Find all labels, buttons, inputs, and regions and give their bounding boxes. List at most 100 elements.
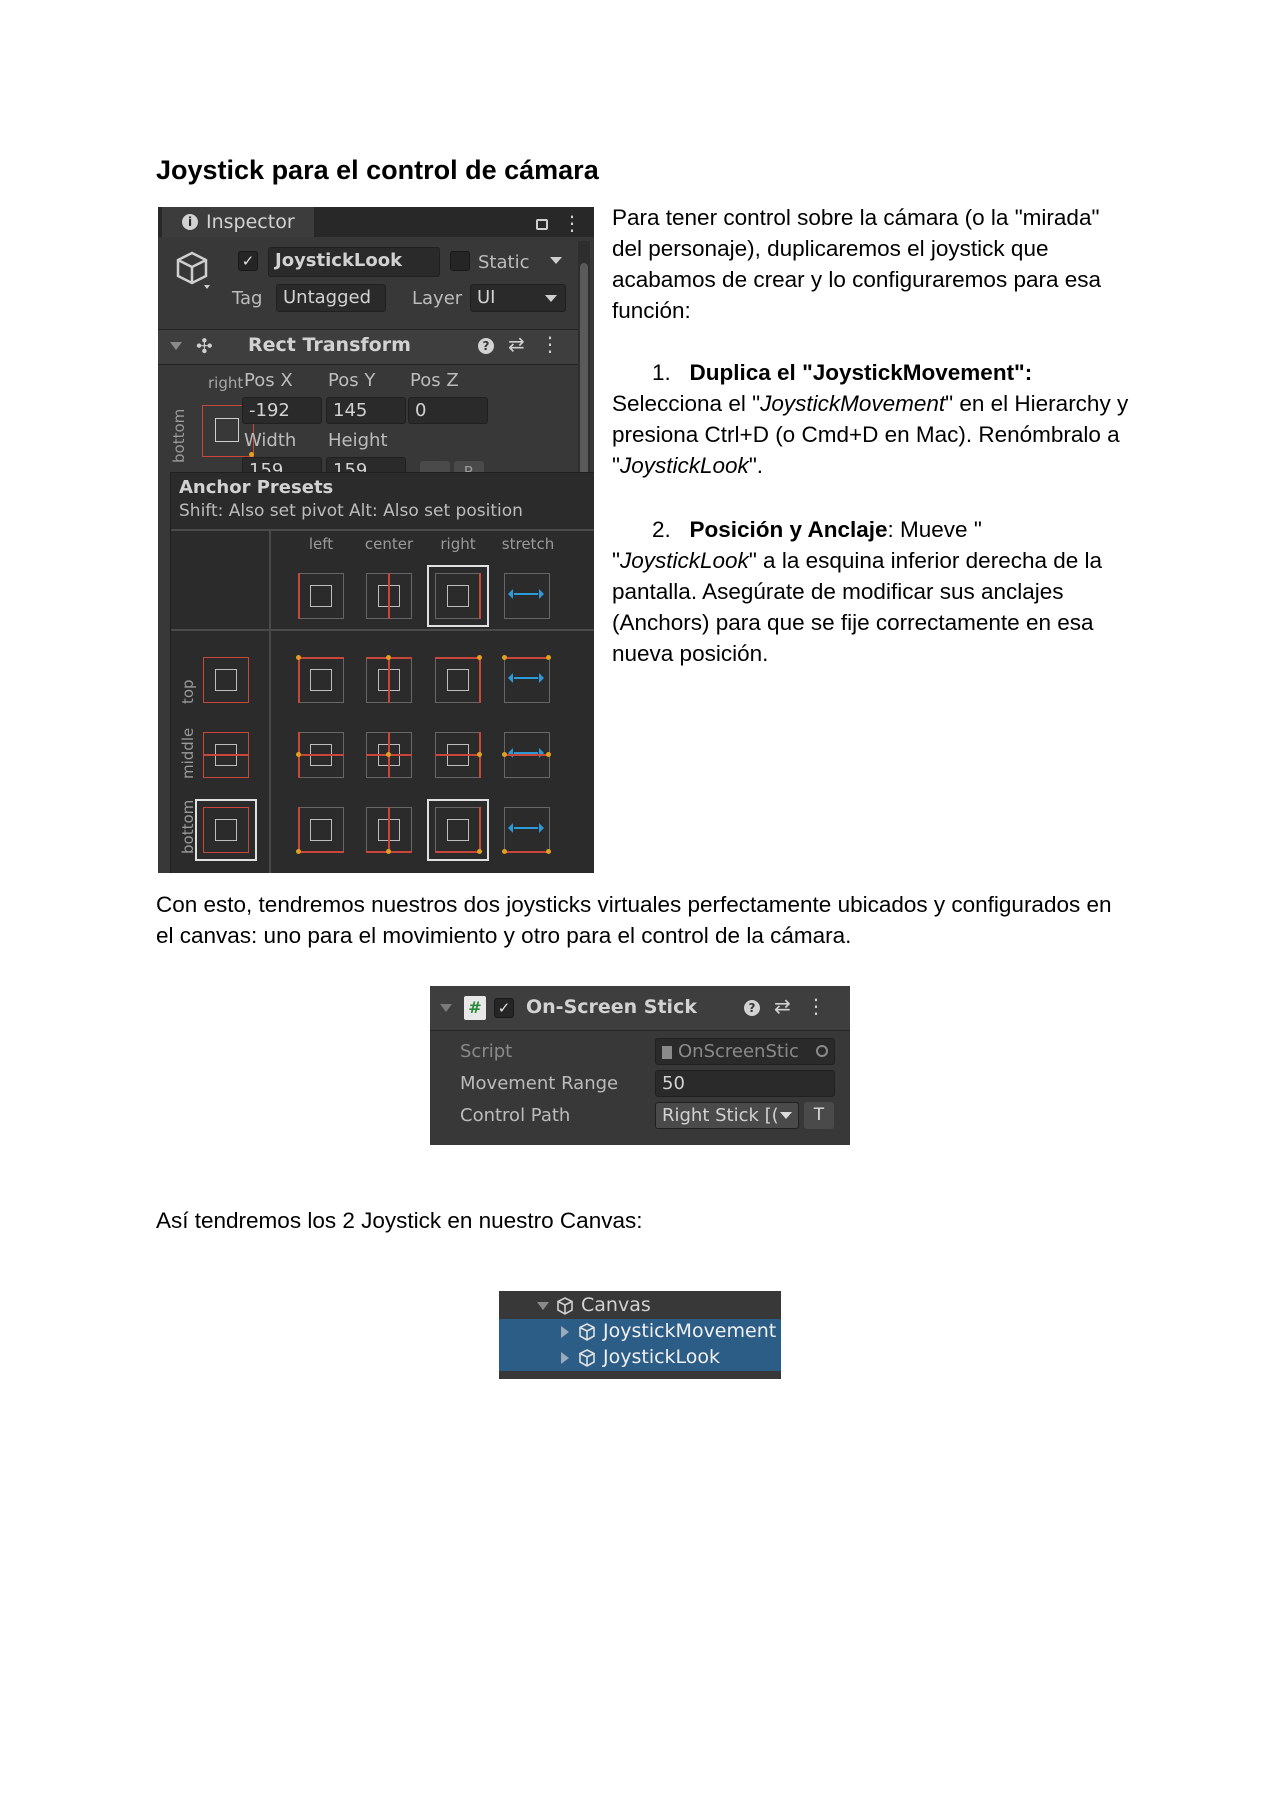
hierarchy-row-canvas[interactable]: Canvas [499, 1293, 781, 1319]
anchor-preset-bottom-center[interactable] [366, 807, 412, 854]
static-dropdown-icon[interactable] [550, 257, 562, 270]
anchor-preset-row-top[interactable] [203, 657, 249, 703]
settings-sliders-icon[interactable]: ⇄ [508, 332, 525, 356]
anchor-preset-none-left[interactable] [298, 573, 344, 619]
step-2-title: Posición y Anclaje [689, 517, 888, 542]
inspector-tab[interactable]: i Inspector [162, 207, 314, 237]
anchor-dot [386, 752, 391, 757]
anchor-preset-row-bottom[interactable] [195, 799, 257, 861]
anchor-preset-none-stretch[interactable] [504, 573, 550, 619]
rect-transform-title: Rect Transform [248, 334, 411, 356]
rect-transform-header[interactable]: ✣ Rect Transform ? ⇄ ⋮ [158, 329, 578, 365]
layer-dropdown[interactable]: UI [470, 284, 566, 312]
anchor-dot [477, 752, 482, 757]
anchor-vertical-label: bottom [170, 408, 188, 463]
anchor-preset-row-middle[interactable] [203, 732, 249, 778]
expand-arrow-icon[interactable] [561, 1352, 575, 1364]
step-2-number: 2. [652, 517, 671, 542]
movement-range-field[interactable]: 50 [655, 1070, 835, 1097]
anchor-preset-none-right[interactable] [427, 565, 489, 627]
anchor-line [435, 851, 481, 853]
anchor-dot [296, 655, 301, 660]
tag-dropdown[interactable]: Untagged [276, 284, 386, 312]
pos-x-field[interactable]: -192 [242, 397, 322, 424]
hierarchy-row-selected[interactable]: JoystickMovement JoystickLook [499, 1319, 781, 1371]
anchor-line [479, 657, 481, 703]
anchor-preset-top-stretch[interactable] [502, 655, 551, 703]
object-name-field[interactable]: JoystickLook [268, 247, 440, 277]
anchor-preset-top-right[interactable] [435, 655, 482, 703]
anchor-line [479, 807, 481, 853]
anchor-preset-top-center[interactable] [366, 655, 412, 703]
anchor-line [298, 573, 300, 619]
column-label-left: left [308, 535, 334, 553]
lock-icon[interactable] [536, 219, 548, 230]
anchor-line [298, 851, 344, 853]
anchor-dot [386, 655, 391, 660]
anchor-preset-none-center[interactable] [366, 573, 412, 619]
anchor-line [298, 754, 344, 756]
expand-arrow-icon[interactable] [561, 1326, 575, 1338]
anchor-dot [546, 849, 551, 854]
preset-inner-box [447, 585, 469, 607]
preset-inner-box [310, 669, 332, 691]
italic-text: JoystickLook [620, 453, 749, 478]
section-heading: Joystick para el control de cámara [156, 155, 599, 185]
component-menu-icon[interactable]: ⋮ [540, 332, 560, 356]
pos-z-field[interactable]: 0 [408, 397, 488, 424]
canvas-label: Canvas [581, 1294, 651, 1316]
foldout-icon[interactable] [440, 1004, 452, 1018]
divider [171, 529, 594, 531]
help-icon[interactable]: ? [478, 338, 494, 354]
onscreen-stick-header[interactable]: # ✓ On-Screen Stick ? ⇄ ⋮ [430, 986, 850, 1031]
step-2-body-text: "JoystickLook" a la esquina inferior der… [612, 548, 1103, 666]
active-checkbox[interactable]: ✓ [238, 251, 258, 271]
object-picker-icon[interactable] [816, 1045, 828, 1057]
divider [269, 529, 271, 873]
step-1-number: 1. [652, 360, 671, 385]
static-checkbox[interactable] [450, 251, 470, 271]
text: Selecciona el " [612, 391, 761, 416]
text-mode-button[interactable]: T [804, 1102, 834, 1129]
anchor-line [435, 657, 481, 659]
anchor-preset-middle-right[interactable] [435, 732, 482, 778]
anchor-dot [477, 655, 482, 660]
expand-arrow-icon[interactable] [537, 1302, 549, 1316]
more-options-icon[interactable]: ⋮ [562, 211, 582, 235]
component-title: On-Screen Stick [526, 996, 697, 1018]
inspector-scrollbar[interactable] [578, 241, 590, 501]
component-menu-icon[interactable]: ⋮ [806, 994, 826, 1018]
anchor-preset-middle-center[interactable] [366, 732, 412, 778]
settings-sliders-icon[interactable]: ⇄ [774, 994, 791, 1018]
onscreen-stick-screenshot: # ✓ On-Screen Stick ? ⇄ ⋮ Script OnScree… [430, 986, 850, 1145]
divider [171, 629, 594, 631]
height-label: Height [328, 430, 388, 451]
inspector-tab-label: Inspector [206, 211, 295, 233]
anchor-preset-top-left[interactable] [296, 655, 344, 703]
shift-hint: Shift: Also set pivot [179, 501, 344, 521]
anchor-dot [296, 752, 301, 757]
preset-inner-box [447, 819, 469, 841]
gameobject-cube-icon [174, 249, 214, 293]
script-field: OnScreenStic [655, 1038, 835, 1065]
pos-y-label: Pos Y [328, 370, 376, 391]
control-path-dropdown[interactable]: Right Stick [( [655, 1102, 799, 1129]
help-icon[interactable]: ? [744, 1000, 760, 1016]
row-label-middle: middle [179, 727, 197, 779]
pos-y-field[interactable]: 145 [326, 397, 406, 424]
anchor-preset-middle-stretch[interactable] [502, 732, 551, 778]
anchor-line [435, 754, 481, 756]
anchor-preset-bottom-right[interactable] [427, 799, 489, 861]
anchor-presets-title: Anchor Presets [179, 477, 334, 498]
anchor-preset-middle-left[interactable] [296, 732, 344, 778]
preset-inner-box [447, 669, 469, 691]
enabled-checkbox[interactable]: ✓ [494, 998, 514, 1018]
anchor-preset-bottom-stretch[interactable] [502, 807, 551, 854]
preset-inner-box [215, 819, 237, 841]
foldout-icon[interactable] [170, 342, 182, 356]
pos-z-label: Pos Z [410, 370, 459, 391]
gameobject-icon [577, 1322, 597, 1346]
alt-hint: Alt: Also set position [349, 501, 523, 521]
movement-range-label: Movement Range [460, 1073, 619, 1094]
anchor-preset-bottom-left[interactable] [296, 807, 344, 854]
